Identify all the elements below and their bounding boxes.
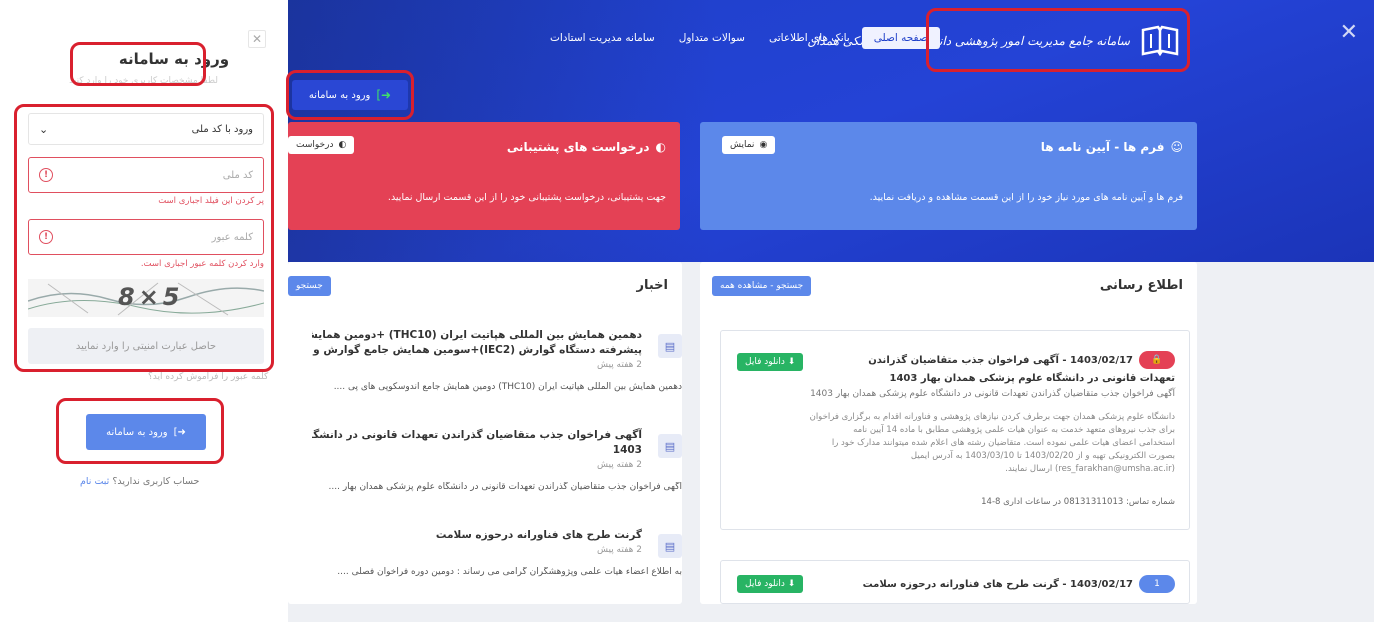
signup-row: حساب کاربری ندارید؟ ثبت نام [80,476,200,487]
news-icon: ▤ [658,434,682,458]
support-card-text: جهت پشتیبانی، درخواست پشتیبانی خود را از… [387,192,666,203]
highlight-box [70,42,206,86]
eye-icon: ◉ [759,140,768,150]
announcement-subtitle: آگهی فراخوان جذب متقاضیان گذراندن تعهدات… [810,389,1175,399]
top-navigation: صفحه اصلی بانک های اطلاعاتی سوالات متداو… [538,26,940,50]
headset-small-icon: ◐ [338,140,347,150]
nav-databases[interactable]: بانک های اطلاعاتی [757,27,862,49]
number-badge: 1 [1139,575,1175,593]
support-card-title: درخواست های پشتیبانی [506,140,650,154]
bell-badge-icon: 🔒 [1139,351,1175,369]
news-icon: ▤ [658,334,682,358]
announcement-contact: شماره تماس: 08131311013 در ساعات اداری 8… [981,497,1175,507]
headset-icon: ◐ [655,140,666,154]
announcements-search-button[interactable]: جستجو - مشاهده همه [712,276,812,296]
highlight-box [926,8,1190,72]
forms-card: ☺ فرم ها - آیین نامه ها ◉ نمایش فرم ها و آ… [700,122,1197,230]
close-icon[interactable]: ✕ [248,30,266,48]
announcement-body: دانشگاه علوم پزشکی همدان جهت برطرف کردن … [809,412,1175,474]
forms-icon: ☺ [1170,140,1183,154]
download-file-button[interactable]: ⬇ دانلود فایل [737,353,804,371]
support-request-button[interactable]: ◐ درخواست [288,136,355,154]
highlight-box [286,70,414,120]
decorative-x-icon: ✕ [1339,20,1358,45]
news-item[interactable]: ▤ دهمین همایش بین المللی هپاتیت ایران (T… [312,328,682,392]
signup-link[interactable]: ثبت نام [80,476,109,487]
announcement-date-title: 1403/02/17 - گرنت طرح های فناورانه درحوز… [862,578,1133,590]
forms-card-text: فرم ها و آیین نامه های مورد نیاز خود را … [869,192,1183,203]
news-search-button[interactable]: جستجو [288,276,331,296]
nav-faq[interactable]: سوالات متداول [667,27,757,49]
forgot-password-link[interactable]: کلمه عبور را فراموش کرده اید؟ [148,372,268,382]
announcement-date-title: 1403/02/17 - آگهی فراخوان جذب متقاضیان گ… [868,354,1133,366]
highlight-box [14,104,274,372]
forms-card-title: فرم ها - آیین نامه ها [1040,140,1165,154]
news-item[interactable]: ▤ گرنت طرح های فناورانه درحوزه سلامت 2 ه… [312,528,682,577]
show-forms-button[interactable]: ◉ نمایش [722,136,776,154]
announcement-title-line2: تعهدات قانونی در دانشگاه علوم پزشکی همدا… [889,373,1176,384]
news-item[interactable]: ▤ آگهی فراخوان جذب متقاضیان گذراندن تعهد… [312,428,682,492]
nav-professors[interactable]: سامانه مدیریت استادات [538,27,667,49]
download-file-button[interactable]: ⬇ دانلود فایل [737,575,804,593]
announcement-card[interactable]: 1 1403/02/17 - گرنت طرح های فناورانه درح… [720,560,1190,604]
highlight-box [56,398,224,464]
support-card: ◐ درخواست های پشتیبانی ◐ درخواست جهت پشتیب… [288,122,680,230]
news-title: اخبار [636,278,669,293]
announcement-card[interactable]: 🔒 1403/02/17 - آگهی فراخوان جذب متقاضیان… [720,330,1190,530]
announcements-title: اطلاع رسانی [1099,278,1183,293]
news-icon: ▤ [658,534,682,558]
